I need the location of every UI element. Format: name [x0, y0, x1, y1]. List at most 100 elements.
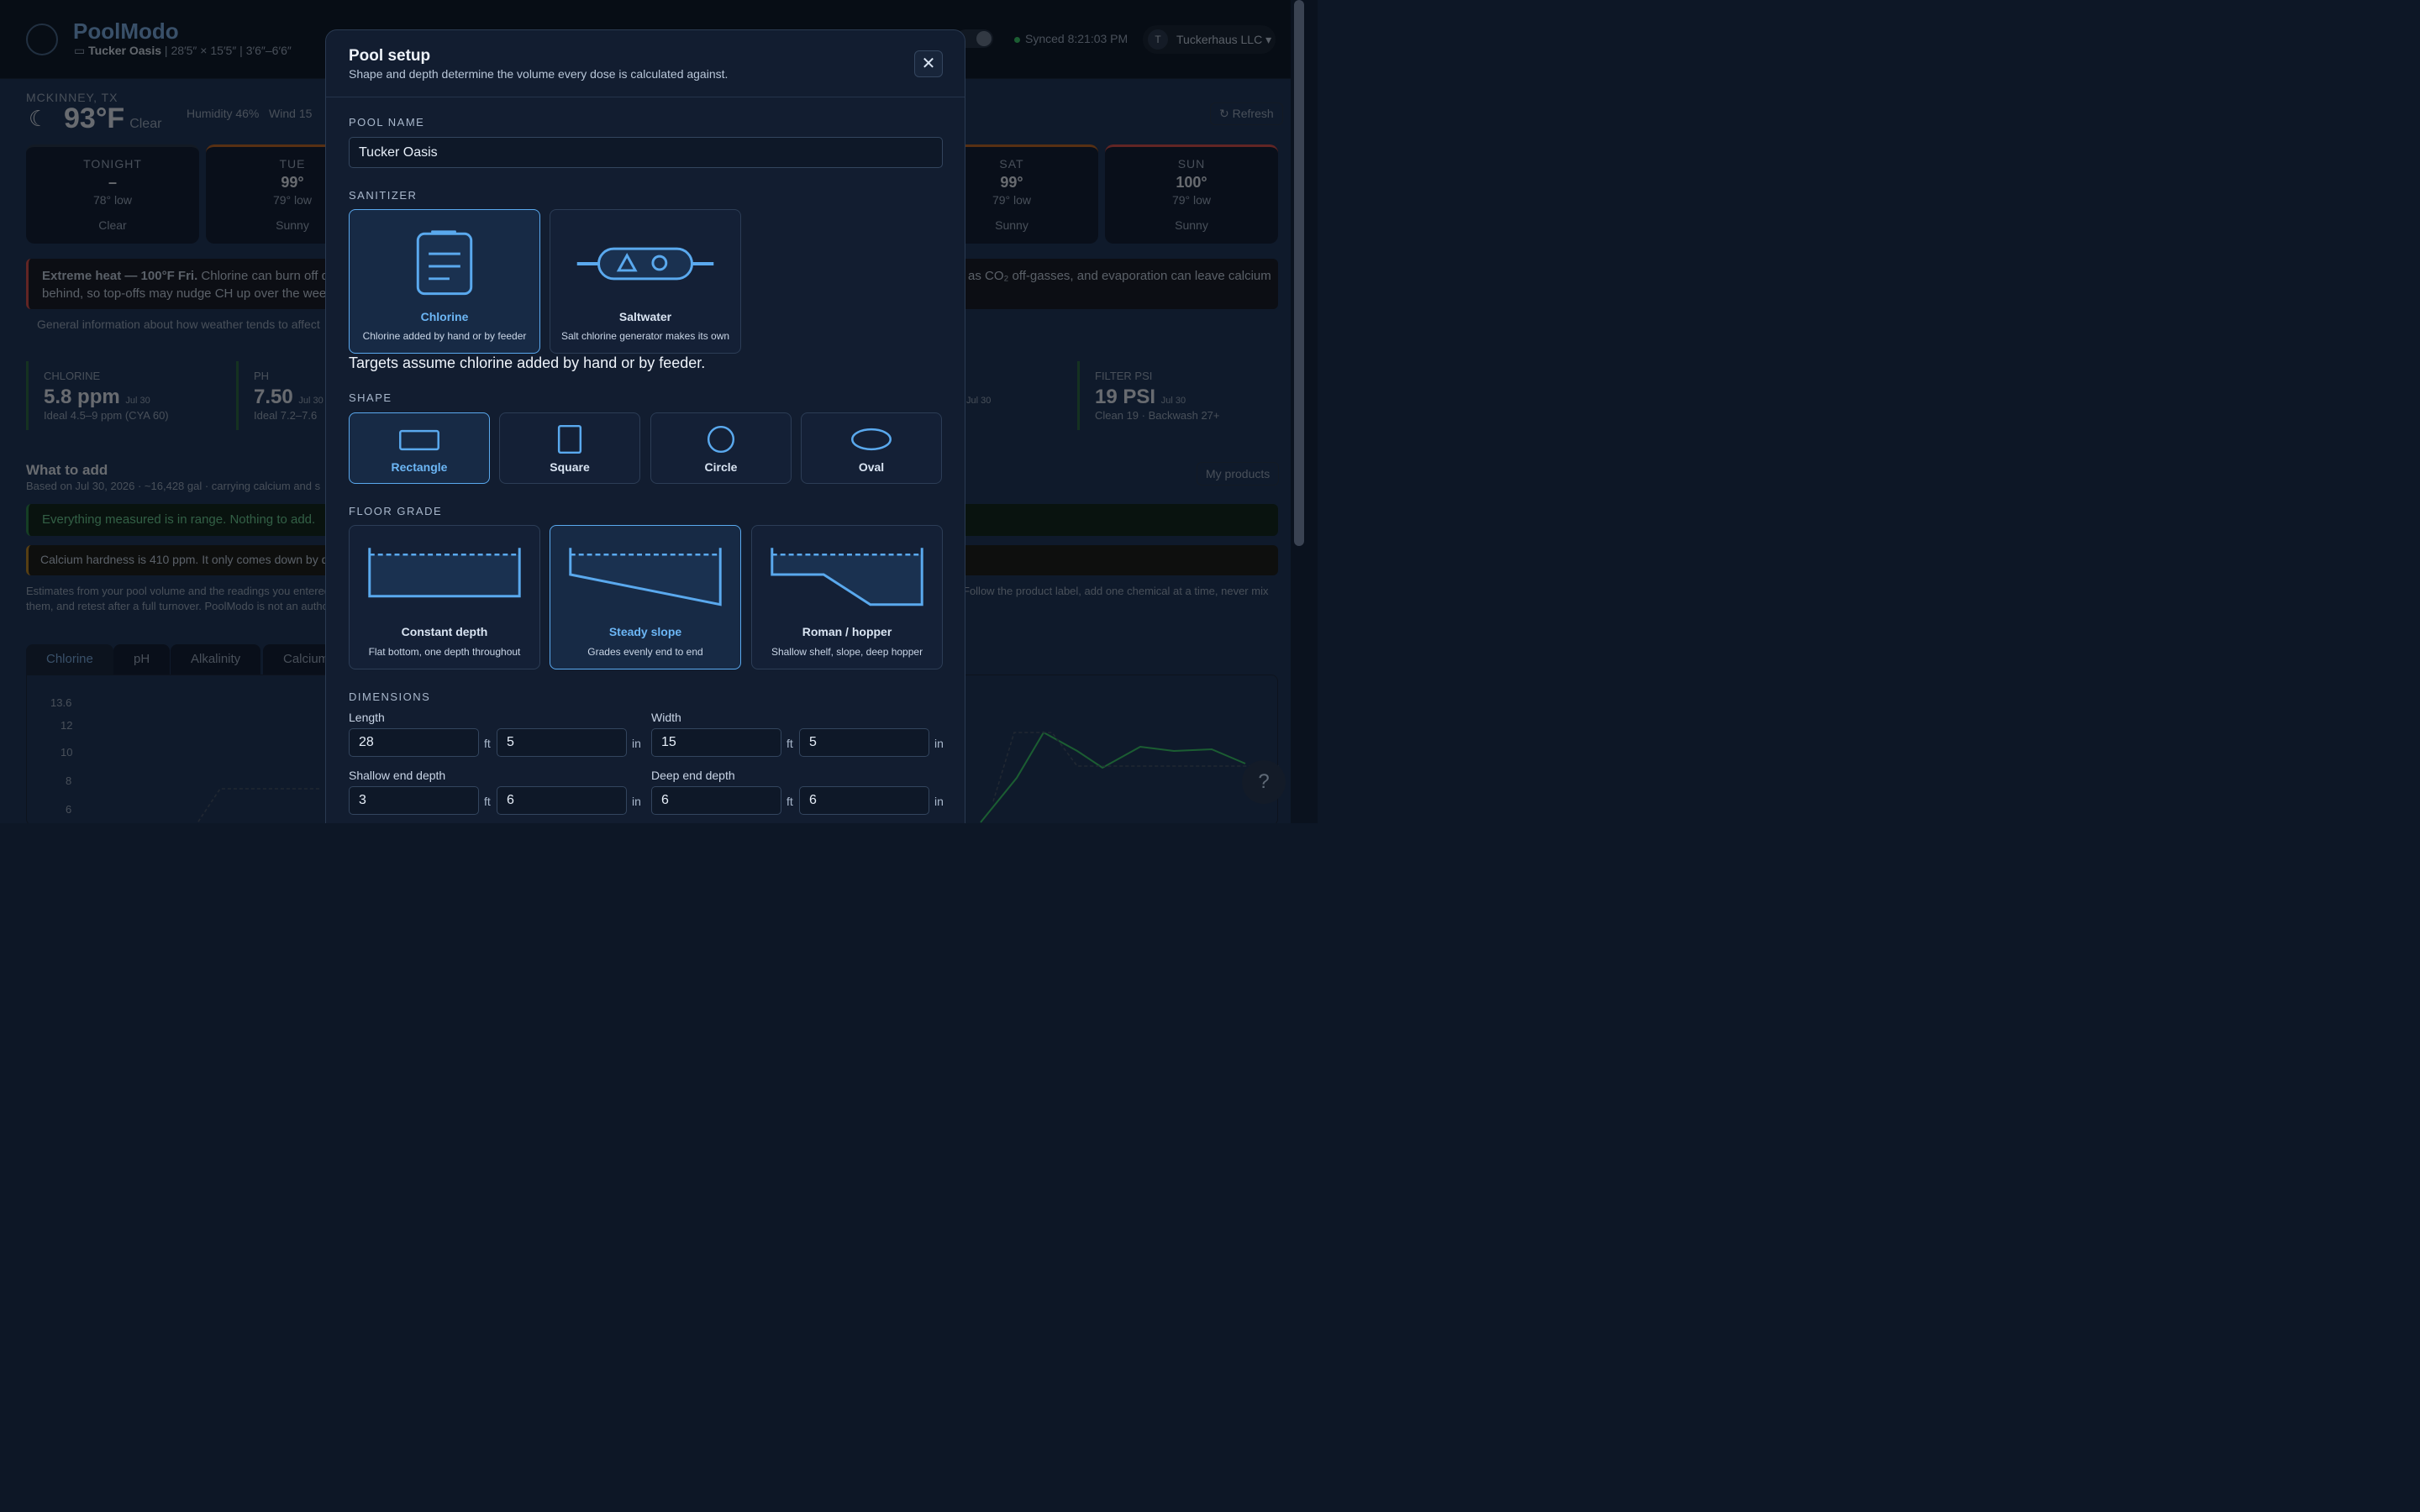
chart-series-line — [980, 731, 1246, 823]
sanitizer-name: Saltwater — [618, 310, 672, 323]
salt-cell-icon — [576, 247, 714, 281]
shape-option-circle[interactable]: Circle — [650, 412, 792, 484]
square-icon — [557, 424, 582, 454]
pool-name-label: POOL NAME — [349, 116, 425, 129]
floor-option-roman-hopper[interactable]: Roman / hopper Shallow shelf, slope, dee… — [751, 525, 943, 669]
refresh-button[interactable]: ↻ Refresh — [1210, 102, 1283, 125]
forecast-day: SUN 100° 79° low Sunny — [1105, 144, 1278, 244]
chart-y-tick: 8 — [66, 774, 72, 787]
what-to-add-title: What to add — [26, 462, 108, 478]
length-label: Length — [349, 711, 385, 724]
shape-name: Square — [550, 460, 590, 474]
tab-chlorine[interactable]: Chlorine — [26, 644, 113, 675]
sync-status: Synced 8:21:03 PM — [1014, 32, 1128, 45]
avatar: T — [1148, 29, 1168, 50]
unit-in: in — [934, 795, 944, 808]
shape-option-square[interactable]: Square — [499, 412, 640, 484]
roman-hopper-icon — [771, 548, 923, 606]
modal-subtitle: Shape and depth determine the volume eve… — [349, 67, 729, 81]
shape-name: Oval — [858, 460, 885, 474]
current-temp: 93°F Clear — [64, 102, 162, 134]
length-in-input[interactable] — [497, 728, 627, 757]
floor-name: Constant depth — [401, 625, 488, 638]
brand-name: PoolModo — [73, 18, 179, 44]
sanitizer-desc: Chlorine added by hand or by feeder — [362, 330, 527, 342]
weather-details: Humidity 46% Wind 15 — [187, 107, 313, 120]
steady-slope-icon — [569, 548, 722, 606]
sanitizer-desc: Salt chlorine generator makes its own — [560, 330, 730, 342]
circle-icon — [707, 425, 735, 454]
floor-name: Steady slope — [608, 625, 682, 638]
chart-y-tick: 6 — [66, 803, 72, 816]
metric-card: FILTER PSI 19 PSI Jul 30 Clean 19 · Backwa… — [1077, 361, 1279, 430]
floor-desc: Flat bottom, one depth throughout — [368, 646, 521, 658]
width-label: Width — [651, 711, 681, 724]
pool-label: Tucker Oasis — [88, 44, 162, 57]
shallow-ft-input[interactable] — [349, 786, 479, 815]
shape-option-oval[interactable]: Oval — [801, 412, 942, 484]
pool-setup-modal: Pool setup Shape and depth determine the… — [325, 29, 965, 823]
floor-desc: Grades evenly end to end — [587, 646, 703, 658]
my-products-button[interactable]: My products — [1197, 462, 1280, 486]
floor-desc: Shallow shelf, slope, deep hopper — [771, 646, 923, 658]
shape-label: SHAPE — [349, 391, 392, 404]
pool-depth: 3′6″–6′6″ — [245, 44, 292, 57]
page-scrollbar[interactable] — [1291, 0, 1318, 823]
pool-summary: ▭ Tucker Oasis | 28′5″ × 15′5″ | 3′6″–6′… — [74, 44, 292, 57]
metric-card: CHLORINE 5.8 ppm Jul 30 Ideal 4.5–9 ppm (C… — [26, 361, 228, 430]
deep-in-input[interactable] — [799, 786, 929, 815]
help-button[interactable]: ? — [1242, 760, 1286, 804]
sanitizer-label: SANITIZER — [349, 189, 418, 202]
logo-icon — [26, 24, 58, 55]
width-in-input[interactable] — [799, 728, 929, 757]
sanitizer-name: Chlorine — [420, 310, 469, 323]
floor-option-steady-slope[interactable]: Steady slope Grades evenly end to end — [550, 525, 741, 669]
general-info: General information about how weather te… — [37, 318, 320, 331]
forecast-day: TONIGHT –78° low Clear — [26, 144, 199, 244]
shape-option-rectangle[interactable]: Rectangle — [349, 412, 490, 484]
floor-grade-label: FLOOR GRADE — [349, 505, 443, 517]
chlorine-container-icon — [416, 230, 473, 296]
width-ft-input[interactable] — [651, 728, 781, 757]
floor-name: Roman / hopper — [802, 625, 892, 638]
chart-range-line — [196, 788, 321, 823]
modal-header: Pool setup Shape and depth determine the… — [326, 30, 965, 97]
chart-y-tick: 13.6 — [50, 696, 72, 709]
pool-name-input[interactable] — [349, 137, 943, 168]
shape-name: Circle — [704, 460, 738, 474]
unit-in: in — [632, 795, 641, 808]
unit-ft: ft — [786, 737, 793, 750]
unit-in: in — [632, 737, 641, 750]
close-button[interactable]: ✕ — [914, 50, 943, 77]
tab-ph[interactable]: pH — [113, 644, 171, 675]
what-to-add-basis: Based on Jul 30, 2026 · ~16,428 gal · ca… — [26, 480, 321, 492]
app-stage: PoolModo ▭ Tucker Oasis | 28′5″ × 15′5″ … — [0, 0, 1318, 823]
oval-icon — [851, 428, 892, 451]
constant-depth-icon — [368, 548, 521, 598]
sanitizer-note: Targets assume chlorine added by hand or… — [349, 354, 706, 371]
rectangle-icon — [399, 429, 439, 451]
chart-range-line-right — [992, 732, 1279, 802]
chart-y-tick: 10 — [60, 746, 73, 759]
deep-ft-input[interactable] — [651, 786, 781, 815]
shallow-in-input[interactable] — [497, 786, 627, 815]
account-menu[interactable]: T Tuckerhaus LLC ▾ — [1143, 25, 1276, 54]
dimensions-label: DIMENSIONS — [349, 690, 431, 703]
account-name: Tuckerhaus LLC — [1176, 33, 1263, 46]
shallow-depth-label: Shallow end depth — [349, 769, 446, 782]
metric-date: Jul 30 — [966, 396, 992, 406]
unit-ft: ft — [484, 795, 491, 808]
unit-ft: ft — [484, 737, 491, 750]
moon-icon: ☾ — [29, 106, 49, 131]
scrollbar-thumb[interactable] — [1294, 0, 1304, 546]
unit-ft: ft — [786, 795, 793, 808]
sanitizer-option-saltwater[interactable]: Saltwater Salt chlorine generator makes … — [550, 209, 741, 354]
unit-in: in — [934, 737, 944, 750]
floor-option-constant[interactable]: Constant depth Flat bottom, one depth th… — [349, 525, 540, 669]
deep-depth-label: Deep end depth — [651, 769, 735, 782]
tab-alkalinity[interactable]: Alkalinity — [171, 644, 261, 675]
sanitizer-option-chlorine[interactable]: Chlorine Chlorine added by hand or by fe… — [349, 209, 540, 354]
chart-y-tick: 12 — [60, 719, 73, 732]
shape-name: Rectangle — [391, 460, 448, 474]
length-ft-input[interactable] — [349, 728, 479, 757]
